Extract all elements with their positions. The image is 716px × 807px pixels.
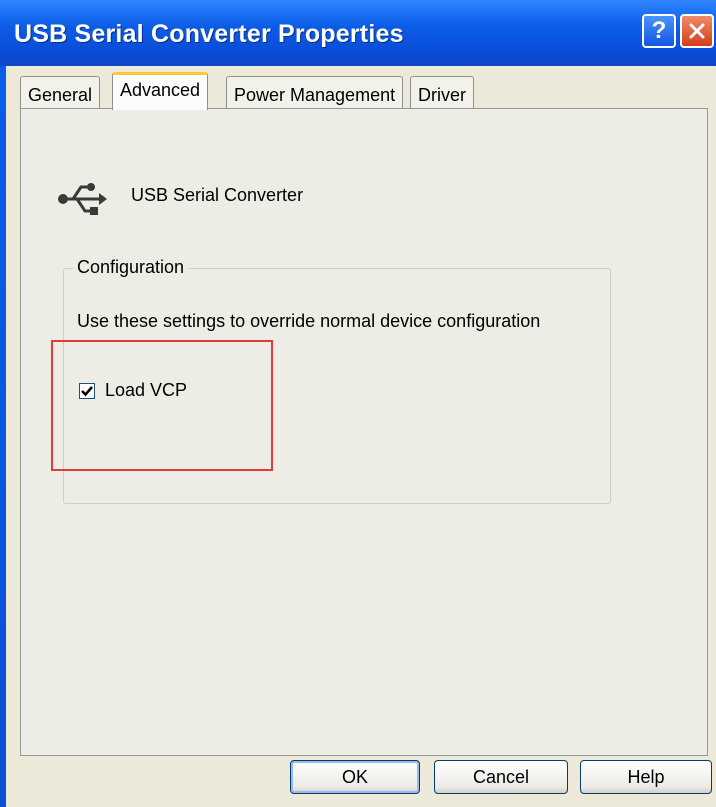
help-title-button[interactable]: ? [642, 14, 676, 48]
configuration-description: Use these settings to override normal de… [77, 311, 541, 331]
help-label: ? [651, 17, 667, 44]
advanced-tab-panel: USB Serial Converter Configuration Use t… [20, 108, 708, 756]
usb-icon [58, 183, 107, 215]
window-title: USB Serial Converter Properties [14, 20, 404, 48]
tab-driver[interactable]: Driver [410, 76, 474, 108]
tab-label: General [28, 85, 93, 105]
highlight-annotation [51, 340, 273, 471]
title-bar[interactable]: USB Serial Converter Properties ? [0, 0, 716, 66]
device-name: USB Serial Converter [131, 185, 304, 205]
tab-power-management[interactable]: Power Management [226, 76, 404, 108]
properties-window: USB Serial Converter Properties ? Genera… [0, 0, 716, 807]
tab-label: Advanced [120, 80, 201, 100]
dialog-client: General Advanced Power Management Driver… [6, 66, 716, 807]
configuration-label: Configuration [73, 257, 189, 278]
help-button[interactable]: Help [580, 760, 712, 794]
ok-button[interactable]: OK [290, 760, 420, 794]
cancel-button[interactable]: Cancel [434, 760, 568, 794]
close-button[interactable] [680, 14, 714, 48]
tab-advanced[interactable]: Advanced [112, 72, 209, 110]
tab-label: Power Management [234, 85, 396, 105]
tab-general[interactable]: General [20, 76, 101, 108]
close-icon [689, 23, 705, 39]
tab-label: Driver [418, 85, 466, 105]
